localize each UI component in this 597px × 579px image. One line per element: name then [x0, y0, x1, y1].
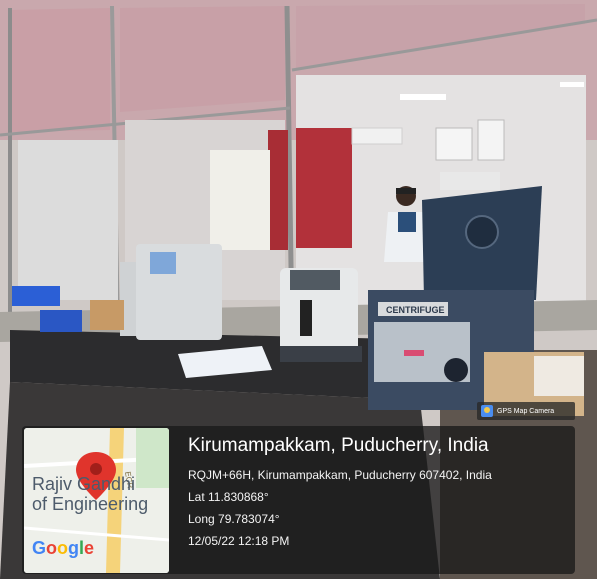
- location-title: Kirumampakkam, Puducherry, India: [188, 435, 489, 456]
- gps-map-camera-badge: GPS Map Camera: [477, 402, 575, 420]
- location-address: RQJM+66H, Kirumampakkam, Puducherry 6074…: [188, 468, 492, 482]
- longitude: Long 79.783074°: [188, 512, 280, 526]
- location-info: Kirumampakkam, Puducherry, India RQJM+66…: [188, 434, 568, 552]
- location-overlay: ECR Rajiv Gandhi of Engineering Google K…: [22, 426, 575, 574]
- timestamp: 12/05/22 12:18 PM: [188, 534, 290, 548]
- google-logo: Google: [32, 538, 95, 558]
- centrifuge-label: CENTRIFUGE: [386, 305, 445, 315]
- badge-text: GPS Map Camera: [497, 407, 555, 415]
- map-thumbnail[interactable]: ECR Rajiv Gandhi of Engineering Google: [24, 428, 169, 573]
- map-place-name: Rajiv Gandhi of Engineering: [32, 474, 149, 514]
- latitude: Lat 11.830868°: [188, 490, 269, 504]
- gps-map-camera-icon: [481, 405, 493, 417]
